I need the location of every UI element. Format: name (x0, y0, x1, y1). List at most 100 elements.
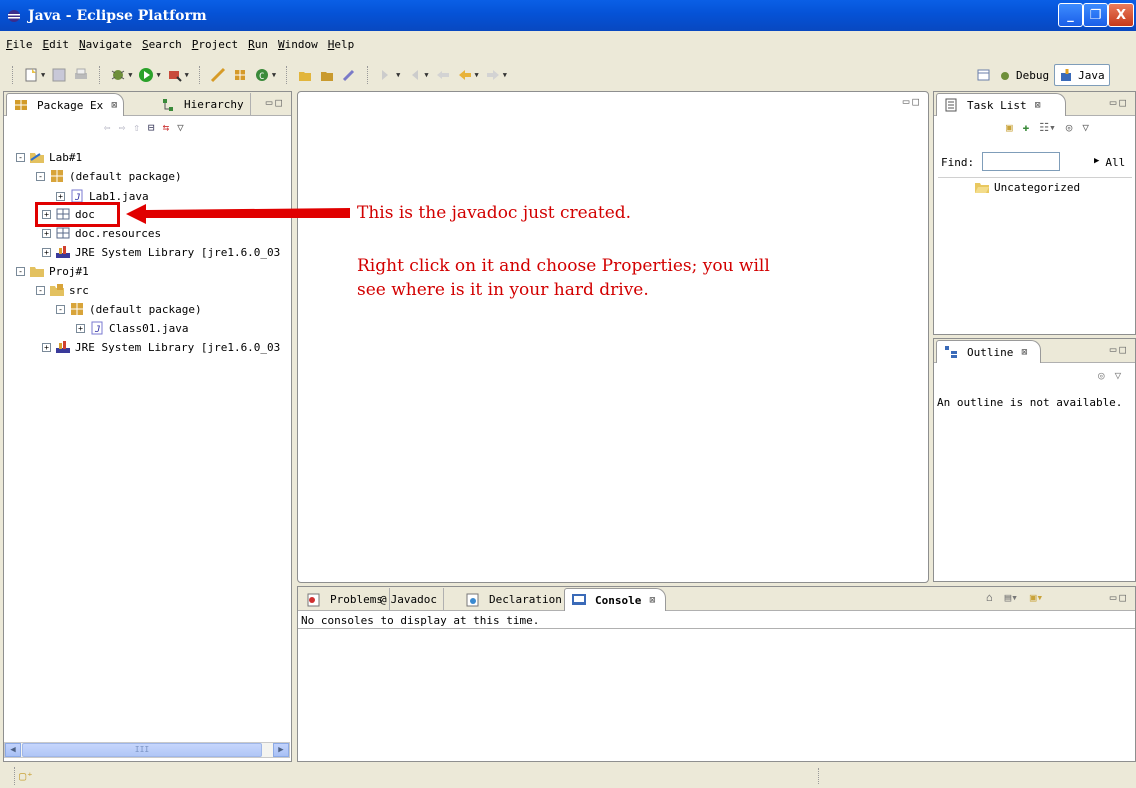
tree-item-default-package[interactable]: - (default package) (36, 167, 182, 185)
focus-icon[interactable]: ◎ (1098, 369, 1105, 382)
minimize-maximize-icons[interactable]: ▭□ (1110, 591, 1129, 604)
collapse-toggle-icon[interactable]: - (36, 171, 45, 181)
close-icon[interactable]: ⊠ (649, 595, 655, 606)
tree-item-jre-library-2[interactable]: + JRE System Library [jre1.6.0_03 (42, 338, 280, 356)
close-icon[interactable]: ⊠ (111, 100, 117, 111)
new-task-icon[interactable]: ▣ (1006, 121, 1013, 134)
menu-project[interactable]: Project (192, 38, 238, 51)
scroll-right-icon[interactable]: ▶ (273, 743, 289, 757)
category-folder-icon (975, 183, 989, 193)
previous-annotation-dropdown-icon[interactable]: ▼ (424, 71, 428, 79)
tab-javadoc[interactable]: @ Javadoc (374, 588, 444, 611)
menu-navigate[interactable]: Navigate (79, 38, 132, 51)
perspective-java[interactable]: Java (1054, 64, 1110, 86)
view-menu-icon[interactable]: ▽ (177, 121, 184, 134)
pin-console-icon[interactable]: ⌂ (986, 591, 993, 604)
tab-hierarchy[interactable]: Hierarchy (154, 93, 251, 116)
filter-icon[interactable]: ☷▾ (1039, 121, 1055, 134)
maximize-button[interactable]: ❐ (1083, 3, 1108, 27)
open-perspective-icon[interactable] (976, 67, 992, 83)
open-type-icon[interactable] (297, 67, 313, 83)
menu-edit[interactable]: Edit (43, 38, 70, 51)
tab-package-explorer[interactable]: Package Ex ⊠ (6, 93, 125, 116)
next-annotation-dropdown-icon[interactable]: ▼ (396, 71, 400, 79)
close-icon[interactable]: ⊠ (1035, 100, 1041, 111)
link-with-editor-icon[interactable]: ⇆ (163, 121, 170, 134)
up-icon[interactable]: ⇧ (133, 121, 140, 134)
tree-item-src[interactable]: - src (36, 281, 89, 299)
tree-item-class01-java[interactable]: + J Class01.java (76, 319, 188, 337)
package-explorer-hscrollbar[interactable]: ◀ III ▶ (4, 742, 290, 758)
close-icon[interactable]: ⊠ (1021, 347, 1027, 358)
scroll-left-icon[interactable]: ◀ (5, 743, 21, 757)
collapse-toggle-icon[interactable]: - (56, 304, 65, 314)
minimize-maximize-icons[interactable]: ▭□ (1110, 343, 1129, 356)
find-input[interactable] (982, 152, 1060, 171)
view-menu-icon[interactable]: ▽ (1082, 121, 1089, 134)
forward-dropdown-icon[interactable]: ▼ (503, 71, 507, 79)
new-java-project-icon[interactable] (210, 67, 226, 83)
expand-toggle-icon[interactable]: + (76, 323, 85, 333)
fast-view-icon[interactable]: ▢⁺ (19, 769, 33, 783)
new-java-package-icon[interactable] (232, 67, 248, 83)
back-dropdown-icon[interactable]: ▼ (475, 71, 479, 79)
run-icon[interactable] (138, 67, 154, 83)
minimize-maximize-icons[interactable]: ▭□ (1110, 96, 1129, 109)
expand-toggle-icon[interactable]: + (42, 247, 51, 257)
forward-arrow-icon[interactable]: ⇨ (119, 121, 126, 134)
menu-run[interactable]: Run (248, 38, 268, 51)
menu-help[interactable]: Help (328, 38, 355, 51)
debug-dropdown-icon[interactable]: ▼ (128, 71, 132, 79)
tab-task-list[interactable]: Task List ⊠ (936, 93, 1066, 116)
search-icon[interactable] (341, 67, 357, 83)
task-category-uncategorized[interactable]: Uncategorized (974, 180, 1080, 194)
run-dropdown-icon[interactable]: ▼ (156, 71, 160, 79)
tree-item-default-package-2[interactable]: - (default package) (56, 300, 202, 318)
collapse-all-icon[interactable]: ⊟ (148, 121, 155, 134)
tab-declaration[interactable]: Declaration (459, 588, 569, 611)
back-arrow-icon[interactable]: ⇦ (104, 121, 111, 134)
open-task-icon[interactable] (319, 67, 335, 83)
focus-icon[interactable]: ◎ (1066, 121, 1073, 134)
minimize-button[interactable]: _ (1058, 3, 1083, 27)
previous-annotation-icon[interactable] (406, 67, 422, 83)
expand-toggle-icon[interactable]: + (42, 228, 51, 238)
external-tools-dropdown-icon[interactable]: ▼ (185, 71, 189, 79)
menu-file[interactable]: File (6, 38, 33, 51)
perspective-debug[interactable]: Debug (997, 67, 1049, 83)
editor-minimize-maximize-icons[interactable]: ▭□ (903, 95, 922, 108)
debug-icon[interactable] (110, 67, 126, 83)
display-console-icon[interactable]: ▤▾ (1005, 591, 1018, 604)
external-tools-icon[interactable] (167, 67, 183, 83)
new-java-class-icon[interactable]: C (254, 67, 270, 83)
save-icon[interactable] (51, 67, 67, 83)
tab-outline[interactable]: Outline ⊠ (936, 340, 1041, 363)
last-edit-location-icon[interactable] (435, 67, 451, 83)
print-icon[interactable] (73, 67, 89, 83)
collapse-toggle-icon[interactable]: - (36, 285, 45, 295)
forward-icon[interactable] (485, 67, 501, 83)
back-icon[interactable] (457, 67, 473, 83)
tree-item-jre-library-1[interactable]: + JRE System Library [jre1.6.0_03 (42, 243, 280, 261)
view-menu-icon[interactable]: ▽ (1115, 369, 1122, 382)
expand-toggle-icon[interactable]: + (56, 191, 65, 201)
menu-search[interactable]: Search (142, 38, 182, 51)
open-console-icon[interactable]: ▣▾ (1030, 591, 1043, 604)
all-filter[interactable]: ▶ All (1094, 156, 1125, 169)
new-category-icon[interactable]: ✚ (1023, 121, 1030, 134)
collapse-toggle-icon[interactable]: - (16, 266, 25, 276)
collapse-toggle-icon[interactable]: - (16, 152, 25, 162)
expand-toggle-icon[interactable]: + (42, 342, 51, 352)
new-class-dropdown-icon[interactable]: ▼ (272, 71, 276, 79)
tree-item-label: JRE System Library [jre1.6.0_03 (75, 245, 281, 259)
menu-window[interactable]: Window (278, 38, 318, 51)
new-icon[interactable] (23, 67, 39, 83)
new-dropdown-icon[interactable]: ▼ (41, 71, 45, 79)
tree-item-proj1-project[interactable]: - Proj#1 (16, 262, 89, 280)
tree-item-lab1-project[interactable]: - Lab#1 (16, 148, 82, 166)
tab-console[interactable]: Console ⊠ (564, 588, 666, 611)
minimize-maximize-icons[interactable]: ▭□ (266, 96, 285, 109)
close-button[interactable]: X (1108, 3, 1134, 27)
scroll-thumb[interactable]: III (22, 743, 262, 757)
next-annotation-icon[interactable] (378, 67, 394, 83)
